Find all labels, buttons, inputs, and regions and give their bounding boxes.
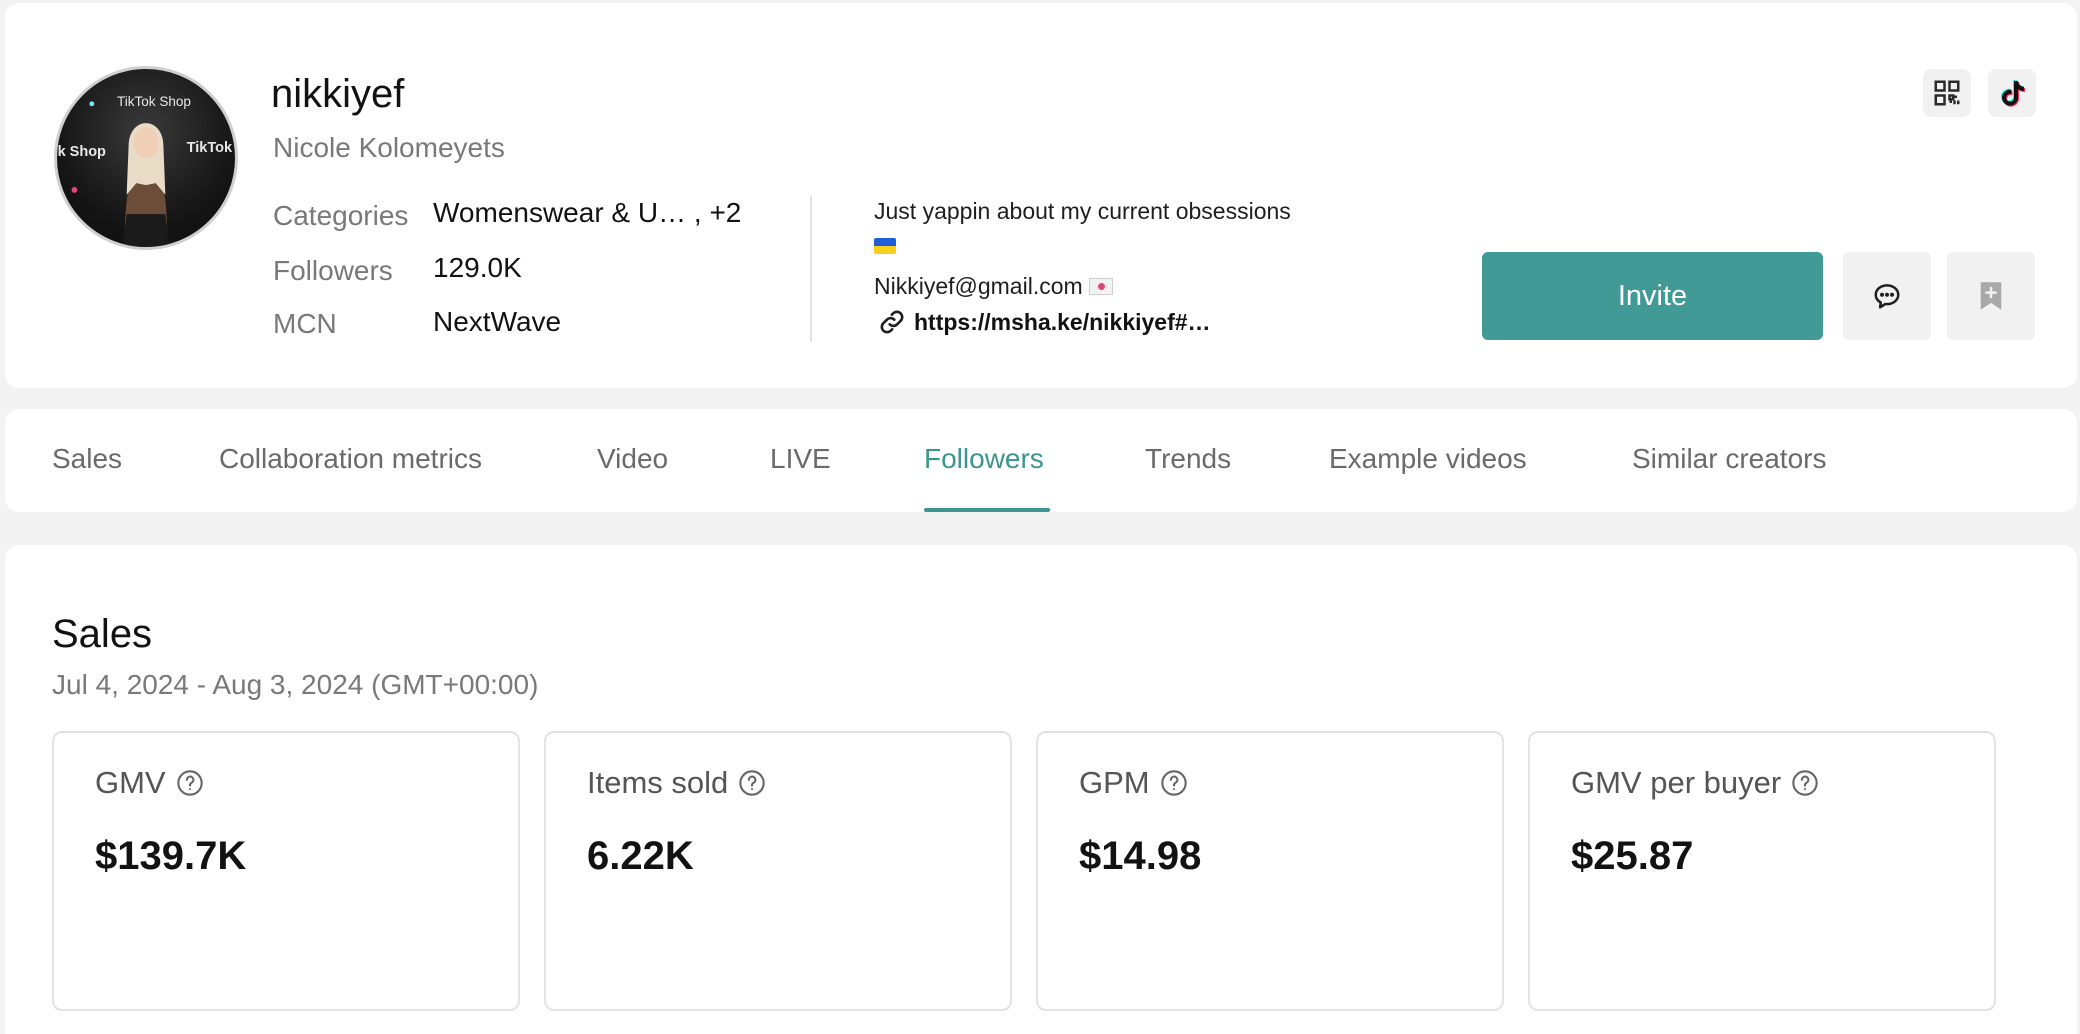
avatar-pants [122, 214, 170, 247]
tab-trends[interactable]: Trends [1145, 441, 1231, 477]
metric-label-text: GMV per buyer [1571, 765, 1782, 800]
message-button[interactable] [1843, 252, 1931, 340]
meta-label: Categories [273, 200, 409, 231]
ukraine-flag-emoji [874, 238, 896, 254]
qr-code-icon [1934, 80, 1960, 106]
metric-label: GMV per buyer [1571, 763, 1819, 803]
bio-text: Just yappin about my current obsessions [874, 198, 1291, 224]
bio-link-text[interactable]: https://msha.ke/nikkiyef#… [914, 306, 1211, 338]
metric-label: Items sold [587, 763, 766, 803]
metric-card-gmv: GMV $139.7K [52, 731, 520, 1011]
metric-value: $139.7K [95, 834, 247, 878]
metric-label: GPM [1079, 763, 1188, 803]
tab-similar-creators[interactable]: Similar creators [1632, 441, 1826, 477]
metric-value: $25.87 [1571, 834, 1694, 878]
tab-live[interactable]: LIVE [770, 441, 831, 477]
tab-bar: Sales Collaboration metrics Video LIVE F… [5, 409, 2077, 512]
help-icon[interactable] [176, 769, 204, 797]
chat-bubble-icon [1874, 284, 1900, 309]
section-title: Sales [52, 612, 153, 656]
creator-profile-card: TikTok Shop TikTok Shop TikTok nikkiyef … [5, 3, 2077, 388]
bookmark-add-icon [1980, 282, 2002, 310]
avatar-logo-text: TikTok Shop [57, 144, 106, 160]
active-tab-indicator [924, 508, 1050, 512]
qr-code-button[interactable] [1923, 69, 1971, 117]
metric-card-gmv-per-buyer: GMV per buyer $25.87 [1528, 731, 1996, 1011]
bio-email: Nikkiyef@gmail.com [874, 273, 1083, 299]
metric-label-text: GMV [95, 765, 166, 800]
creator-full-name: Nicole Kolomeyets [273, 132, 505, 163]
meta-label: Followers [273, 255, 393, 286]
tiktok-logo-icon [2001, 80, 2025, 107]
avatar: TikTok Shop TikTok Shop TikTok [54, 66, 238, 250]
tab-example-videos[interactable]: Example videos [1329, 441, 1527, 477]
invite-button[interactable]: Invite [1482, 252, 1823, 340]
tab-collaboration-metrics[interactable]: Collaboration metrics [219, 441, 482, 477]
link-icon [880, 310, 904, 334]
meta-value-mcn: NextWave [433, 306, 562, 337]
love-letter-emoji [1088, 278, 1113, 295]
avatar-photo: TikTok Shop TikTok Shop TikTok [57, 94, 233, 247]
avatar-logo-text: TikTok [187, 140, 233, 156]
avatar-face [133, 127, 159, 158]
meta-value-followers: 129.0K [433, 252, 522, 283]
avatar-sparkle [89, 101, 95, 107]
help-icon[interactable] [738, 769, 766, 797]
tab-followers[interactable]: Followers [924, 441, 1044, 477]
bio-email-line: Nikkiyef@gmail.com [874, 270, 1113, 302]
sales-section: Sales Jul 4, 2024 - Aug 3, 2024 (GMT+00:… [5, 545, 2077, 1034]
tab-sales[interactable]: Sales [52, 441, 122, 477]
metric-label-text: Items sold [587, 765, 729, 800]
avatar-sparkle [71, 187, 78, 193]
creator-username: nikkiyef [271, 72, 405, 116]
metric-value: 6.22K [587, 834, 694, 878]
date-range: Jul 4, 2024 - Aug 3, 2024 (GMT+00:00) [52, 669, 539, 700]
metric-label-text: GPM [1079, 765, 1150, 800]
tiktok-profile-button[interactable] [1988, 69, 2036, 117]
metric-label: GMV [95, 763, 204, 803]
help-icon[interactable] [1160, 769, 1188, 797]
divider [810, 195, 812, 342]
avatar-logo-text: TikTok Shop [117, 94, 191, 109]
save-creator-button[interactable] [1947, 252, 2035, 340]
metric-card-items-sold: Items sold 6.22K [544, 731, 1012, 1011]
metric-value: $14.98 [1079, 834, 1202, 878]
metric-card-gpm: GPM $14.98 [1036, 731, 1504, 1011]
help-icon[interactable] [1791, 769, 1819, 797]
tab-video[interactable]: Video [597, 441, 668, 477]
bio-link[interactable]: https://msha.ke/nikkiyef#… [878, 306, 1211, 338]
meta-value-categories[interactable]: Womenswear & U… , +2 [433, 195, 741, 231]
meta-label: MCN [273, 308, 337, 339]
